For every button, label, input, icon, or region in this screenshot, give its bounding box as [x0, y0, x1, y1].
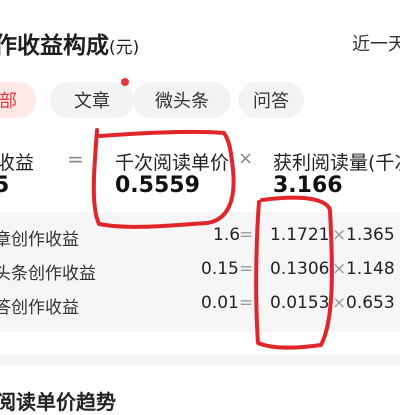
annotation-box-price: [91, 128, 236, 229]
annotation-box-column: [254, 195, 334, 350]
hand-drawn-annotation: [91, 128, 334, 350]
